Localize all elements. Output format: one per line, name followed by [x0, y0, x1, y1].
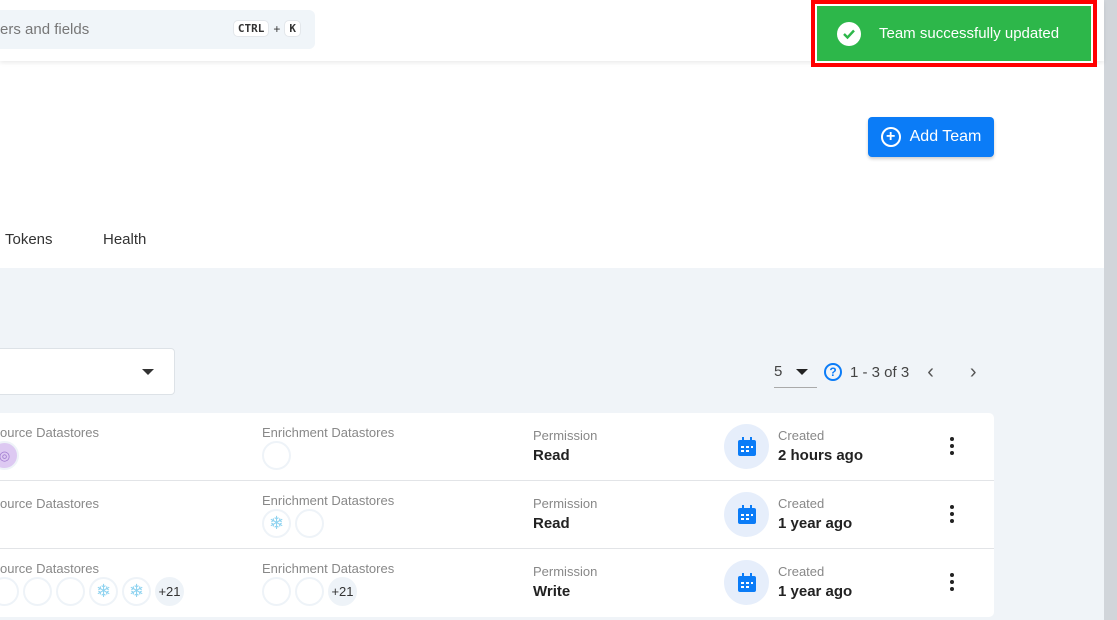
created-label: Created	[778, 428, 825, 443]
caret-down-icon	[796, 368, 809, 375]
caret-down-icon	[142, 369, 154, 375]
page-range: 1 - 3 of 3	[850, 363, 910, 381]
datastore-avatar	[262, 441, 291, 470]
key-k: K	[284, 20, 301, 37]
enrichment-label: Enrichment Datastores	[262, 425, 395, 440]
table-row[interactable]: ource Datastores Enrichment Datastores ❄…	[0, 481, 994, 549]
add-team-label: Add Team	[909, 128, 982, 145]
key-plus: +	[273, 21, 281, 36]
permission-value: Read	[533, 515, 570, 532]
datastore-avatar	[295, 509, 324, 538]
prev-page-icon[interactable]: ‹	[927, 361, 934, 384]
more-options-icon[interactable]	[948, 573, 956, 591]
created-value: 1 year ago	[778, 583, 853, 600]
datastore-avatar	[262, 577, 291, 606]
per-page-value: 5	[774, 363, 783, 380]
more-count-badge[interactable]: +21	[328, 577, 357, 606]
more-options-icon[interactable]	[948, 437, 956, 455]
created-value: 2 hours ago	[778, 447, 864, 464]
add-team-button[interactable]: + Add Team	[868, 117, 994, 157]
calendar-icon	[724, 424, 769, 469]
table-row[interactable]: ource Datastores ❄ ❄ +21 Enrichment Datas…	[0, 549, 994, 617]
table-row[interactable]: ource Datastores ◎ Enrichment Datastores…	[0, 413, 994, 481]
next-page-icon[interactable]: ›	[970, 361, 977, 384]
source-label: ource Datastores	[0, 496, 99, 511]
created-label: Created	[778, 564, 825, 579]
datastore-avatar	[0, 577, 19, 606]
per-page-select[interactable]: 5	[774, 356, 817, 388]
permission-label: Permission	[533, 428, 598, 443]
toast-message: Team successfully updated	[879, 25, 1060, 42]
datastore-avatar: ◎	[0, 441, 19, 470]
snowflake-icon: ❄	[89, 577, 118, 606]
check-circle-icon	[837, 21, 861, 46]
search-placeholder: ers and fields	[0, 21, 90, 38]
snowflake-icon: ❄	[122, 577, 151, 606]
permission-label: Permission	[533, 564, 598, 579]
created-value: 1 year ago	[778, 515, 853, 532]
source-label: ource Datastores	[0, 425, 99, 440]
enrichment-label: Enrichment Datastores	[262, 493, 395, 508]
page-header: + Add Team Tokens Health	[0, 61, 1104, 268]
permission-value: Write	[533, 583, 571, 600]
datastore-avatar	[56, 577, 85, 606]
tab-health[interactable]: Health	[103, 231, 146, 248]
plus-circle-icon: +	[880, 127, 901, 147]
toast-notification: Team successfully updated	[811, 0, 1097, 67]
snowflake-icon: ❄	[262, 509, 291, 538]
created-label: Created	[778, 496, 825, 511]
more-options-icon[interactable]	[948, 505, 956, 523]
permission-value: Read	[533, 447, 570, 464]
enrichment-label: Enrichment Datastores	[262, 561, 395, 576]
calendar-icon	[724, 492, 769, 537]
source-label: ource Datastores	[0, 561, 99, 576]
help-icon[interactable]: ?	[824, 363, 842, 381]
scrollbar[interactable]	[1104, 0, 1117, 620]
search-input[interactable]: ers and fields CTRL + K	[0, 10, 315, 49]
teams-list: ource Datastores ◎ Enrichment Datastores…	[0, 413, 994, 617]
shortcut-hint: CTRL + K	[232, 20, 301, 37]
filter-dropdown[interactable]	[0, 348, 175, 395]
pagination: 5 ? 1 - 3 of 3 ‹ ›	[774, 356, 977, 388]
datastore-avatar	[295, 577, 324, 606]
calendar-icon	[724, 560, 769, 605]
more-count-badge[interactable]: +21	[155, 577, 184, 606]
tab-tokens[interactable]: Tokens	[5, 231, 53, 248]
datastore-avatar	[23, 577, 52, 606]
permission-label: Permission	[533, 496, 598, 511]
key-ctrl: CTRL	[232, 20, 270, 37]
